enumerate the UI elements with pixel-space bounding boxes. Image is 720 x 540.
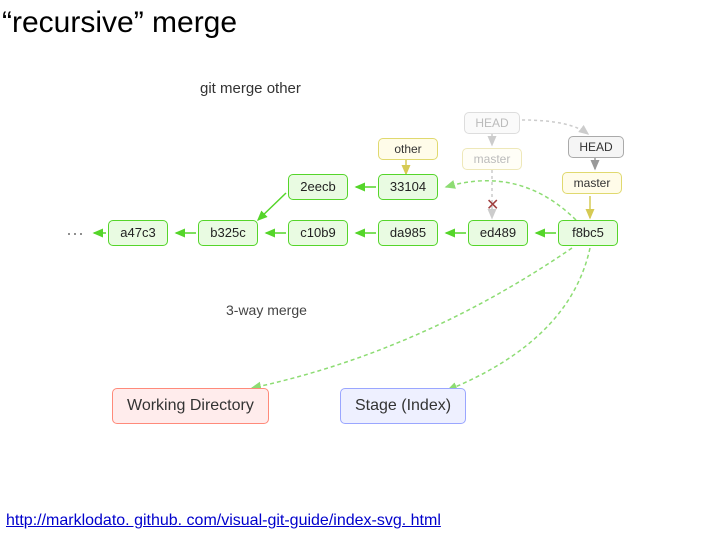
commit-b325c: b325c — [198, 220, 258, 246]
branch-label-master-new: master — [562, 172, 622, 194]
branch-label-other: other — [378, 138, 438, 160]
commit-a47c3: a47c3 — [108, 220, 168, 246]
merge-caption: 3-way merge — [226, 302, 307, 318]
commit-2eecb: 2eecb — [288, 174, 348, 200]
commit-f8bc5: f8bc5 — [558, 220, 618, 246]
commit-c10b9: c10b9 — [288, 220, 348, 246]
ellipsis-icon: ⋯ — [66, 224, 84, 245]
working-directory-box: Working Directory — [112, 388, 269, 424]
commit-ed489: ed489 — [468, 220, 528, 246]
deleted-ref-x-icon: ✕ — [486, 195, 499, 215]
branch-label-master-old: master — [462, 148, 522, 170]
head-label-old: HEAD — [464, 112, 520, 134]
commit-33104: 33104 — [378, 174, 438, 200]
diagram-arrows — [0, 0, 720, 540]
stage-index-box: Stage (Index) — [340, 388, 466, 424]
commit-da985: da985 — [378, 220, 438, 246]
source-link[interactable]: http://marklodato. github. com/visual-gi… — [6, 512, 441, 530]
head-label-new: HEAD — [568, 136, 624, 158]
